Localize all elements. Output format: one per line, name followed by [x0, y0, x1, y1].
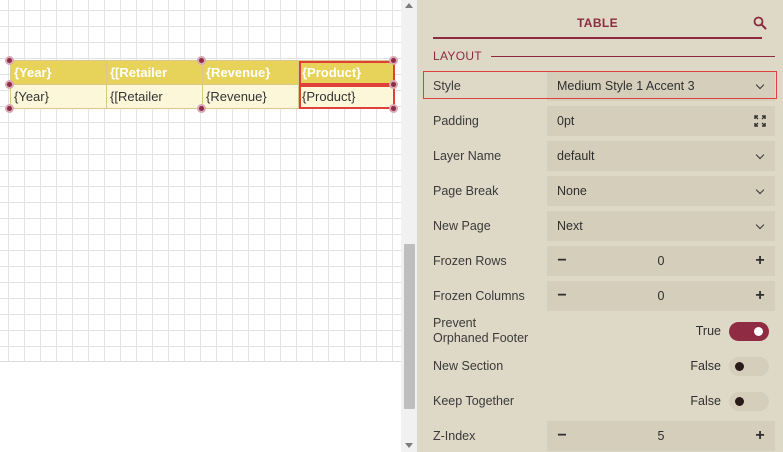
header-cell-retailer[interactable]: {[Retailer [106, 60, 203, 85]
plus-icon[interactable]: + [745, 421, 775, 451]
detail-cell-retailer[interactable]: {[Retailer [106, 84, 203, 109]
prop-row-z-index: Z-Index − 5 + [425, 421, 777, 451]
prop-label-layer-name: Layer Name [433, 149, 502, 163]
prevent-orphaned-footer-state: True [695, 324, 721, 338]
chevron-down-icon [755, 80, 765, 90]
layer-name-select[interactable]: default [547, 141, 775, 171]
prop-label-keep-together: Keep Together [433, 394, 515, 408]
minus-icon[interactable]: − [547, 281, 577, 311]
resize-handle-top-left[interactable] [5, 56, 14, 65]
detail-cell-product[interactable]: {Product} [298, 84, 395, 109]
page-break-value: None [557, 184, 587, 198]
plus-icon[interactable]: + [745, 281, 775, 311]
new-section-state: False [690, 359, 721, 373]
frozen-columns-stepper[interactable]: − 0 + [547, 281, 775, 311]
chevron-down-icon [755, 220, 765, 230]
toggle-knob [735, 397, 744, 406]
resize-handle-bottom-center[interactable] [197, 104, 206, 113]
padding-value: 0pt [557, 114, 575, 128]
scroll-down-arrow-icon[interactable] [405, 443, 413, 448]
frozen-rows-value[interactable]: 0 [577, 246, 745, 276]
prop-label-z-index: Z-Index [433, 429, 476, 443]
minus-icon[interactable]: − [547, 421, 577, 451]
detail-cell-year[interactable]: {Year} [10, 84, 107, 109]
prop-row-layer-name: Layer Name default [425, 141, 777, 171]
resize-handle-middle-left[interactable] [5, 80, 14, 89]
design-grid [0, 0, 401, 362]
prop-row-keep-together: Keep Together False [425, 386, 777, 416]
detail-cell-revenue[interactable]: {Revenue} [202, 84, 299, 109]
minus-icon[interactable]: − [547, 246, 577, 276]
prop-row-new-page: New Page Next [425, 211, 777, 241]
style-select-value: Medium Style 1 Accent 3 [557, 79, 695, 93]
prop-row-frozen-columns: Frozen Columns − 0 + [425, 281, 777, 311]
keep-together-toggle[interactable] [729, 392, 769, 411]
new-section-toggle[interactable] [729, 357, 769, 376]
resize-handle-middle-right[interactable] [389, 80, 398, 89]
search-icon[interactable] [753, 16, 767, 30]
prevent-orphaned-footer-toggle[interactable] [729, 322, 769, 341]
resize-handle-top-center[interactable] [197, 56, 206, 65]
prop-label-new-section: New Section [433, 359, 504, 373]
chevron-down-icon [755, 185, 765, 195]
prop-row-padding: Padding 0pt [425, 106, 777, 136]
prop-row-page-break: Page Break None [425, 176, 777, 206]
tab-table[interactable]: TABLE [433, 14, 762, 39]
report-table[interactable]: {Year} {[Retailer {Revenue} {Product} {Y… [10, 60, 395, 109]
toggle-knob [754, 327, 763, 336]
resize-handle-top-right[interactable] [389, 56, 398, 65]
prop-label-frozen-rows: Frozen Rows [433, 254, 507, 268]
header-cell-revenue[interactable]: {Revenue} [202, 60, 299, 85]
frozen-columns-value[interactable]: 0 [577, 281, 745, 311]
expand-icon[interactable] [754, 115, 766, 127]
z-index-stepper[interactable]: − 5 + [547, 421, 775, 451]
prop-label-prevent-orphaned-footer: Prevent Orphaned Footer [433, 316, 528, 346]
prop-label-padding: Padding [433, 114, 479, 128]
prop-row-new-section: New Section False [425, 351, 777, 381]
layer-name-value: default [557, 149, 595, 163]
prop-label-page-break: Page Break [433, 184, 499, 198]
z-index-value[interactable]: 5 [577, 421, 745, 451]
new-page-value: Next [557, 219, 583, 233]
new-page-select[interactable]: Next [547, 211, 775, 241]
toggle-knob [735, 362, 744, 371]
prop-label-line-2: Orphaned Footer [433, 331, 529, 345]
section-layout-header: LAYOUT [433, 48, 775, 64]
prop-row-style: Style Medium Style 1 Accent 3 [425, 71, 777, 101]
page-break-select[interactable]: None [547, 176, 775, 206]
prop-label-frozen-columns: Frozen Columns [433, 289, 525, 303]
prop-row-prevent-orphaned-footer: Prevent Orphaned Footer True [425, 316, 777, 346]
section-title: LAYOUT [433, 48, 491, 64]
header-cell-product[interactable]: {Product} [298, 60, 395, 85]
prop-label-line-1: Prevent [433, 316, 477, 330]
frozen-rows-stepper[interactable]: − 0 + [547, 246, 775, 276]
scroll-up-arrow-icon[interactable] [405, 3, 413, 8]
resize-handle-bottom-left[interactable] [5, 104, 14, 113]
prop-row-frozen-rows: Frozen Rows − 0 + [425, 246, 777, 276]
scrollbar-thumb[interactable] [404, 244, 415, 409]
resize-handle-bottom-right[interactable] [389, 104, 398, 113]
design-canvas[interactable]: {Year} {[Retailer {Revenue} {Product} {Y… [0, 0, 401, 452]
header-cell-year[interactable]: {Year} [10, 60, 107, 85]
chevron-down-icon [755, 150, 765, 160]
prop-label-new-page: New Page [433, 219, 491, 233]
style-select[interactable]: Medium Style 1 Accent 3 [547, 71, 775, 101]
prop-label-style: Style [433, 79, 461, 93]
padding-input[interactable]: 0pt [547, 106, 775, 136]
keep-together-state: False [690, 394, 721, 408]
properties-panel: TABLE LAYOUT Style Medium Style 1 Accent… [417, 0, 783, 452]
vertical-scrollbar[interactable] [401, 0, 417, 452]
plus-icon[interactable]: + [745, 246, 775, 276]
